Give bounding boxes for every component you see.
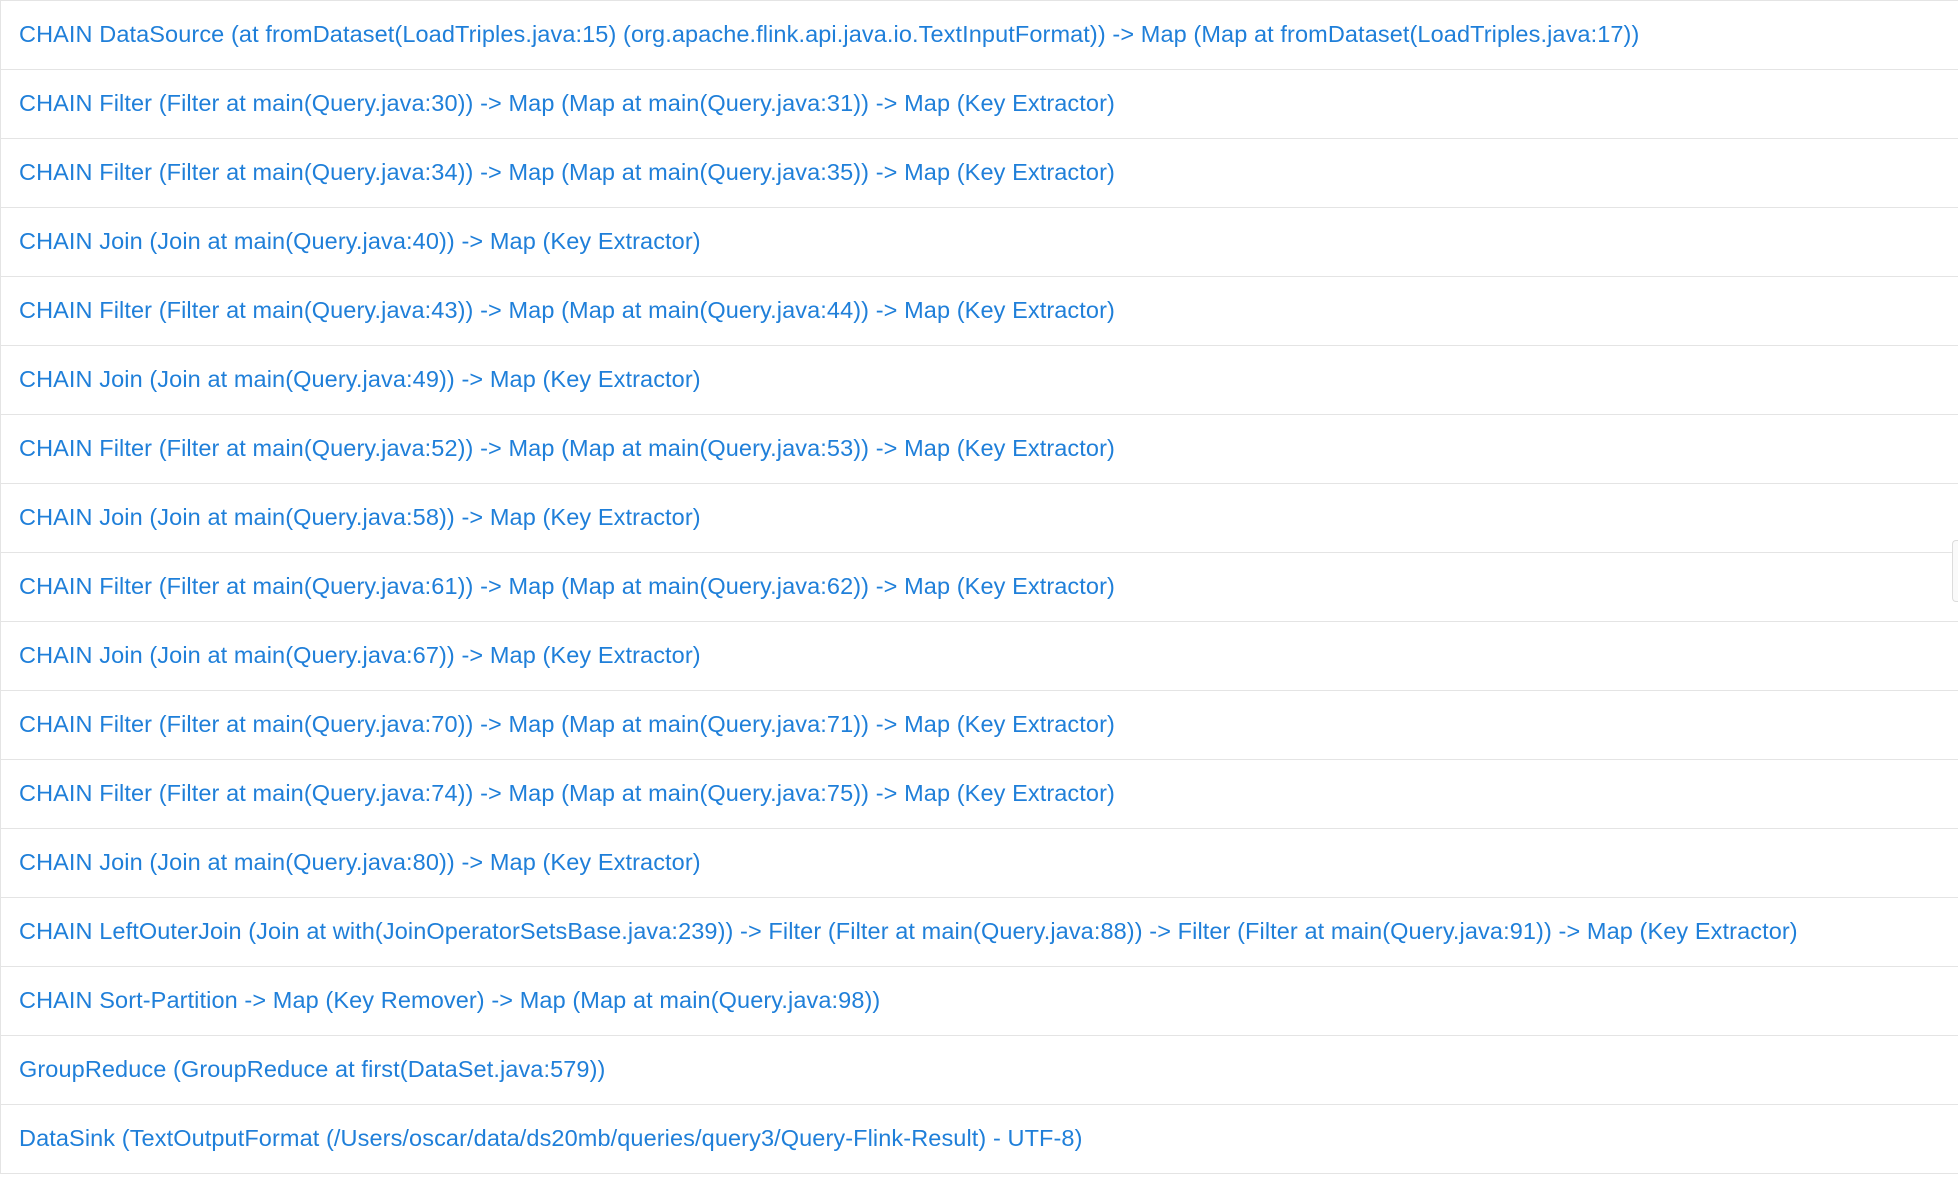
task-link[interactable]: CHAIN LeftOuterJoin (Join at with(JoinOp… <box>19 920 1798 944</box>
task-link[interactable]: CHAIN Join (Join at main(Query.java:58))… <box>19 506 701 530</box>
task-row: CHAIN Filter (Filter at main(Query.java:… <box>1 70 1958 139</box>
task-row: CHAIN Join (Join at main(Query.java:80))… <box>1 829 1958 898</box>
task-link[interactable]: CHAIN Filter (Filter at main(Query.java:… <box>19 92 1115 116</box>
task-row: CHAIN Filter (Filter at main(Query.java:… <box>1 760 1958 829</box>
task-row: CHAIN Filter (Filter at main(Query.java:… <box>1 139 1958 208</box>
task-link[interactable]: DataSink (TextOutputFormat (/Users/oscar… <box>19 1127 1083 1151</box>
task-link[interactable]: CHAIN Filter (Filter at main(Query.java:… <box>19 161 1115 185</box>
task-link[interactable]: CHAIN Filter (Filter at main(Query.java:… <box>19 437 1115 461</box>
task-row: CHAIN Join (Join at main(Query.java:67))… <box>1 622 1958 691</box>
task-row: CHAIN Join (Join at main(Query.java:49))… <box>1 346 1958 415</box>
job-task-list-page: CHAIN DataSource (at fromDataset(LoadTri… <box>0 0 1958 1201</box>
task-link[interactable]: CHAIN Filter (Filter at main(Query.java:… <box>19 782 1115 806</box>
task-row: DataSink (TextOutputFormat (/Users/oscar… <box>1 1105 1958 1174</box>
task-row: CHAIN DataSource (at fromDataset(LoadTri… <box>1 1 1958 70</box>
task-row: CHAIN Filter (Filter at main(Query.java:… <box>1 415 1958 484</box>
task-link[interactable]: CHAIN Join (Join at main(Query.java:80))… <box>19 851 701 875</box>
task-link[interactable]: CHAIN Filter (Filter at main(Query.java:… <box>19 713 1115 737</box>
task-link[interactable]: CHAIN Filter (Filter at main(Query.java:… <box>19 299 1115 323</box>
task-row: CHAIN Sort-Partition -> Map (Key Remover… <box>1 967 1958 1036</box>
task-row: CHAIN Filter (Filter at main(Query.java:… <box>1 691 1958 760</box>
task-row: GroupReduce (GroupReduce at first(DataSe… <box>1 1036 1958 1105</box>
task-link[interactable]: GroupReduce (GroupReduce at first(DataSe… <box>19 1058 605 1082</box>
task-row: CHAIN LeftOuterJoin (Join at with(JoinOp… <box>1 898 1958 967</box>
task-link[interactable]: CHAIN Join (Join at main(Query.java:40))… <box>19 230 701 254</box>
task-link[interactable]: CHAIN Sort-Partition -> Map (Key Remover… <box>19 989 880 1013</box>
task-list: CHAIN DataSource (at fromDataset(LoadTri… <box>0 0 1958 1174</box>
task-row: CHAIN Filter (Filter at main(Query.java:… <box>1 553 1958 622</box>
task-link[interactable]: CHAIN DataSource (at fromDataset(LoadTri… <box>19 23 1639 47</box>
task-link[interactable]: CHAIN Join (Join at main(Query.java:67))… <box>19 644 701 668</box>
task-row: CHAIN Filter (Filter at main(Query.java:… <box>1 277 1958 346</box>
side-panel-handle[interactable] <box>1952 540 1958 602</box>
task-link[interactable]: CHAIN Filter (Filter at main(Query.java:… <box>19 575 1115 599</box>
task-row: CHAIN Join (Join at main(Query.java:58))… <box>1 484 1958 553</box>
task-link[interactable]: CHAIN Join (Join at main(Query.java:49))… <box>19 368 701 392</box>
task-row: CHAIN Join (Join at main(Query.java:40))… <box>1 208 1958 277</box>
